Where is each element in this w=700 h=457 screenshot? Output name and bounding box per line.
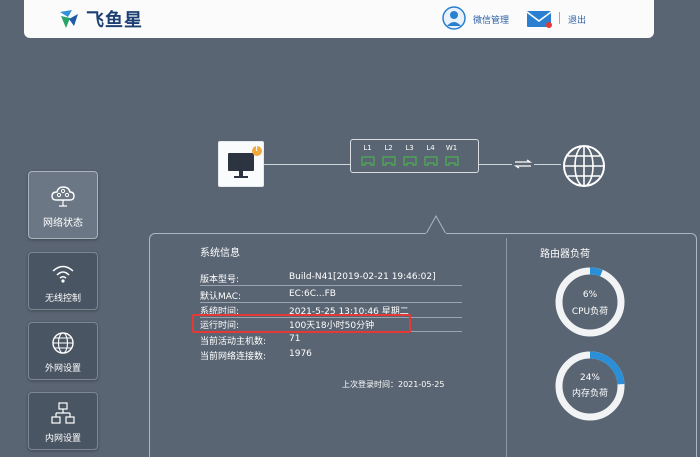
cpu-load-label: CPU负荷 (571, 307, 609, 317)
ethernet-port-icon (402, 156, 417, 166)
last-login-time: 上次登录时间：2021-05-25 (342, 380, 445, 389)
info-row-connections: 当前网络连接数: 1976 (200, 349, 312, 362)
logo-text: 飞鱼星 (86, 10, 143, 31)
logout-link[interactable]: 退出 (568, 13, 586, 26)
router-load-title: 路由器负荷 (540, 249, 590, 260)
sidebar-item-wan[interactable]: 外网设置 (28, 322, 98, 380)
panel-divider (506, 238, 507, 457)
mail-icon[interactable] (526, 9, 552, 29)
user-avatar-icon[interactable] (442, 6, 466, 30)
port-list: L1 L2 L3 L4 W1 (360, 144, 459, 166)
cpu-load-percent: 6% (582, 290, 598, 300)
port-l4[interactable]: L4 (423, 144, 438, 166)
uptime-highlight-box (192, 314, 411, 333)
ethernet-port-icon (381, 156, 396, 166)
port-l3[interactable]: L3 (402, 144, 417, 166)
port-w1[interactable]: W1 (444, 144, 459, 166)
cpu-load-gauge (555, 267, 625, 337)
header-separator (559, 12, 560, 24)
ethernet-port-icon (360, 156, 375, 166)
sidebar-item-lan[interactable]: 内网设置 (28, 392, 98, 450)
memory-load-label: 内存负荷 (571, 389, 608, 399)
panel-pointer (426, 214, 446, 234)
top-header: 飞鱼星 微信管理 退出 (24, 0, 654, 38)
lan-tree-icon (51, 401, 75, 424)
sidebar-item-network-status[interactable]: 网络状态 (28, 171, 98, 239)
exchange-arrows-icon (512, 159, 534, 169)
ethernet-port-icon (423, 156, 438, 166)
warning-badge: ! (255, 145, 259, 153)
pc-switch-link (264, 164, 350, 165)
cloud-network-icon (51, 185, 75, 207)
info-row-mac: 默认MAC: EC:6C...FB (200, 289, 462, 303)
sidebar-item-label: 网络状态 (43, 217, 83, 229)
memory-load-percent: 24% (579, 373, 600, 383)
logo: 飞鱼星 (58, 6, 143, 32)
sidebar-item-label: 内网设置 (44, 433, 81, 444)
globe-icon (52, 331, 74, 354)
pc-device-box[interactable]: ! (218, 141, 264, 187)
sidebar-item-label: 外网设置 (44, 363, 81, 374)
sidebar-item-wireless[interactable]: 无线控制 (28, 252, 98, 310)
info-row-version: 版本型号: Build-N41[2019-02-21 19:46:02] (200, 272, 462, 286)
port-l1[interactable]: L1 (360, 144, 375, 166)
wifi-icon (52, 265, 74, 283)
internet-globe-icon[interactable] (561, 143, 607, 189)
fish-logo-icon (60, 10, 78, 28)
sidebar-item-label: 无线控制 (44, 293, 81, 304)
info-row-active-hosts: 当前活动主机数: 71 (200, 334, 301, 347)
wechat-manage-link[interactable]: 微信管理 (473, 13, 509, 26)
router-ports-box: L1 L2 L3 L4 W1 (350, 139, 479, 173)
ethernet-port-icon (444, 156, 459, 166)
system-info-title: 系统信息 (200, 248, 240, 259)
port-l2[interactable]: L2 (381, 144, 396, 166)
